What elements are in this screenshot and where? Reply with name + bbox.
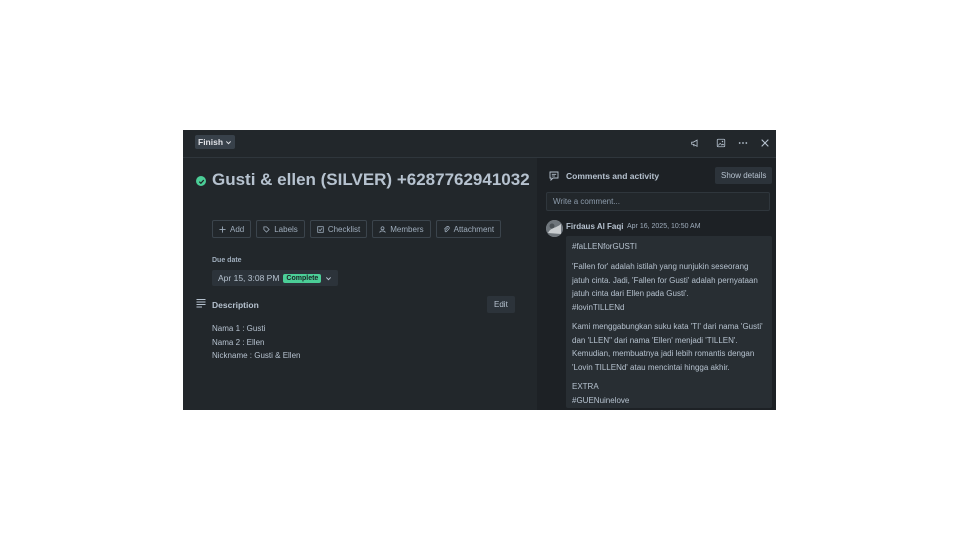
list-selector-label: Finish	[198, 137, 224, 147]
card-detail-modal: Finish Gusti & ellen (SILVER) +628776294…	[183, 130, 776, 410]
attachment-button-label: Attachment	[453, 224, 495, 234]
chevron-down-icon	[226, 140, 232, 144]
due-date-button[interactable]: Apr 15, 3:08 PM Complete	[212, 270, 339, 286]
labels-button[interactable]: Labels	[256, 220, 305, 238]
comment-body: #faLLENforGUSTI 'Fallen for' adalah isti…	[566, 236, 772, 408]
tag-icon	[263, 225, 270, 233]
comment-paragraph: EXTRA #GUENuinelove	[572, 380, 770, 407]
due-date-value: Apr 15, 3:08 PM	[218, 273, 280, 283]
comment-line: #GUENuinelove	[572, 395, 630, 405]
card-title[interactable]: Gusti & ellen (SILVER) +6287762941032	[212, 170, 530, 190]
paperclip-icon	[443, 225, 450, 232]
comment-paragraph: Kami menggabungkan suku kata 'TI' dari n…	[572, 320, 770, 374]
comment-line: Kami menggabungkan suku kata 'TI' dari n…	[572, 322, 763, 331]
comment-paragraph: #faLLENforGUSTI	[572, 240, 770, 254]
comment-line: #faLLENforGUSTI	[572, 242, 637, 251]
show-details-button[interactable]: Show details	[715, 167, 773, 184]
members-button-label: Members	[390, 224, 424, 234]
add-button[interactable]: Add	[212, 220, 252, 238]
image-cover-icon[interactable]	[714, 136, 728, 150]
checkbox-icon	[317, 225, 324, 233]
comment-line: dan 'LLEN" dari nama 'Ellen' menjadi 'TI…	[572, 335, 738, 345]
activity-panel: Comments and activity Show details Write…	[537, 158, 776, 410]
card-header-bar: Finish	[183, 130, 776, 158]
description-line: Nickname : Gusti & Ellen	[212, 351, 301, 360]
checklist-button[interactable]: Checklist	[309, 220, 368, 238]
comment-icon	[549, 171, 559, 181]
edit-description-button[interactable]: Edit	[487, 296, 515, 313]
comment-line: 'Fallen for' adalah istilah yang nunjuki…	[572, 262, 749, 271]
description-line: Nama 1 : Gusti	[212, 324, 266, 333]
comment-input[interactable]: Write a comment...	[546, 192, 770, 211]
description-body[interactable]: Nama 1 : Gusti Nama 2 : Ellen Nickname :…	[212, 322, 300, 363]
user-icon	[379, 225, 386, 233]
members-button[interactable]: Members	[372, 220, 431, 238]
labels-button-label: Labels	[274, 224, 298, 234]
chevron-down-icon	[326, 276, 332, 280]
check-circle-icon[interactable]	[196, 176, 206, 186]
card-actions: Add Labels Checklist Members Attachment	[212, 220, 502, 238]
avatar[interactable]	[546, 220, 563, 237]
description-line: Nama 2 : Ellen	[212, 337, 265, 347]
checklist-button-label: Checklist	[327, 224, 361, 234]
due-date-label: Due date	[212, 257, 242, 264]
more-options-icon[interactable]	[736, 136, 750, 150]
comment-line: 'Lovin TILLENd' atau mencintai hingga ak…	[572, 362, 730, 372]
comment-line: jatuh cinta dari Ellen pada Gusti'.	[572, 289, 689, 298]
comment-line: Kemudian, membuatnya jadi lebih romantis…	[572, 349, 755, 358]
megaphone-icon[interactable]	[688, 136, 702, 150]
activity-heading: Comments and activity	[566, 171, 660, 181]
comment-line: #lovinTILLENd	[572, 302, 625, 312]
list-selector-button[interactable]: Finish	[195, 135, 236, 149]
status-badge: Complete	[283, 273, 322, 283]
comment-line: jatuh cinta. Jadi, 'Fallen for Gusti' ad…	[572, 275, 758, 285]
plus-icon	[219, 225, 226, 233]
description-heading: Description	[212, 300, 259, 310]
attachment-button[interactable]: Attachment	[435, 220, 502, 238]
add-button-label: Add	[230, 224, 245, 234]
comment-paragraph: 'Fallen for' adalah istilah yang nunjuki…	[572, 260, 770, 314]
comment-line: EXTRA	[572, 382, 599, 391]
comment-author[interactable]: Firdaus Al Faqi	[566, 222, 624, 231]
comment-timestamp[interactable]: Apr 16, 2025, 10:50 AM	[627, 223, 701, 230]
description-lines-icon	[196, 299, 206, 308]
card-main-panel: Gusti & ellen (SILVER) +6287762941032 Ad…	[183, 158, 537, 410]
close-icon[interactable]	[758, 136, 772, 150]
